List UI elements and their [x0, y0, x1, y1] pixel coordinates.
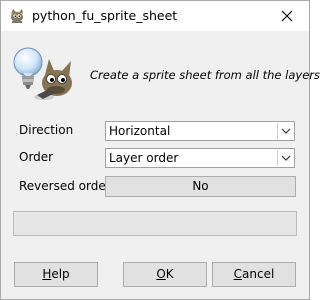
direction-combobox[interactable]: Horizontal [105, 121, 295, 141]
title-bar: python_fu_sprite_sheet [1, 1, 309, 31]
dialog-header: Create a sprite sheet from all the layer… [1, 31, 320, 109]
cancel-button[interactable]: Cancel [212, 262, 296, 287]
dialog-window: python_fu_sprite_sheet Create a sprite s… [0, 0, 320, 300]
direction-label: Direction [19, 123, 74, 137]
ok-label-rest: K [165, 267, 174, 281]
cancel-label-rest: ancel [242, 267, 275, 281]
close-icon [281, 10, 293, 22]
window-title: python_fu_sprite_sheet [32, 8, 178, 23]
help-mnemonic: H [42, 267, 52, 281]
gimp-app-icon [11, 9, 23, 23]
order-value: Layer order [109, 151, 179, 165]
close-button[interactable] [265, 1, 309, 31]
help-button[interactable]: Help [14, 262, 98, 287]
direction-value: Horizontal [109, 124, 171, 138]
ok-mnemonic: O [156, 267, 166, 281]
ok-button[interactable]: OK [123, 262, 207, 287]
wilber-lightbulb-icon [13, 47, 72, 100]
reversed-order-label: Reversed order [19, 179, 111, 193]
dialog-description: Create a sprite sheet from all the layer… [90, 68, 320, 82]
progress-bar [13, 211, 297, 236]
cancel-mnemonic: C [233, 267, 243, 281]
order-combobox[interactable]: Layer order [105, 148, 295, 168]
order-label: Order [19, 150, 54, 164]
help-label-rest: elp [51, 267, 70, 281]
chevron-down-icon[interactable] [277, 123, 293, 139]
reversed-order-toggle[interactable]: No [105, 176, 296, 197]
chevron-down-icon[interactable] [277, 150, 293, 166]
